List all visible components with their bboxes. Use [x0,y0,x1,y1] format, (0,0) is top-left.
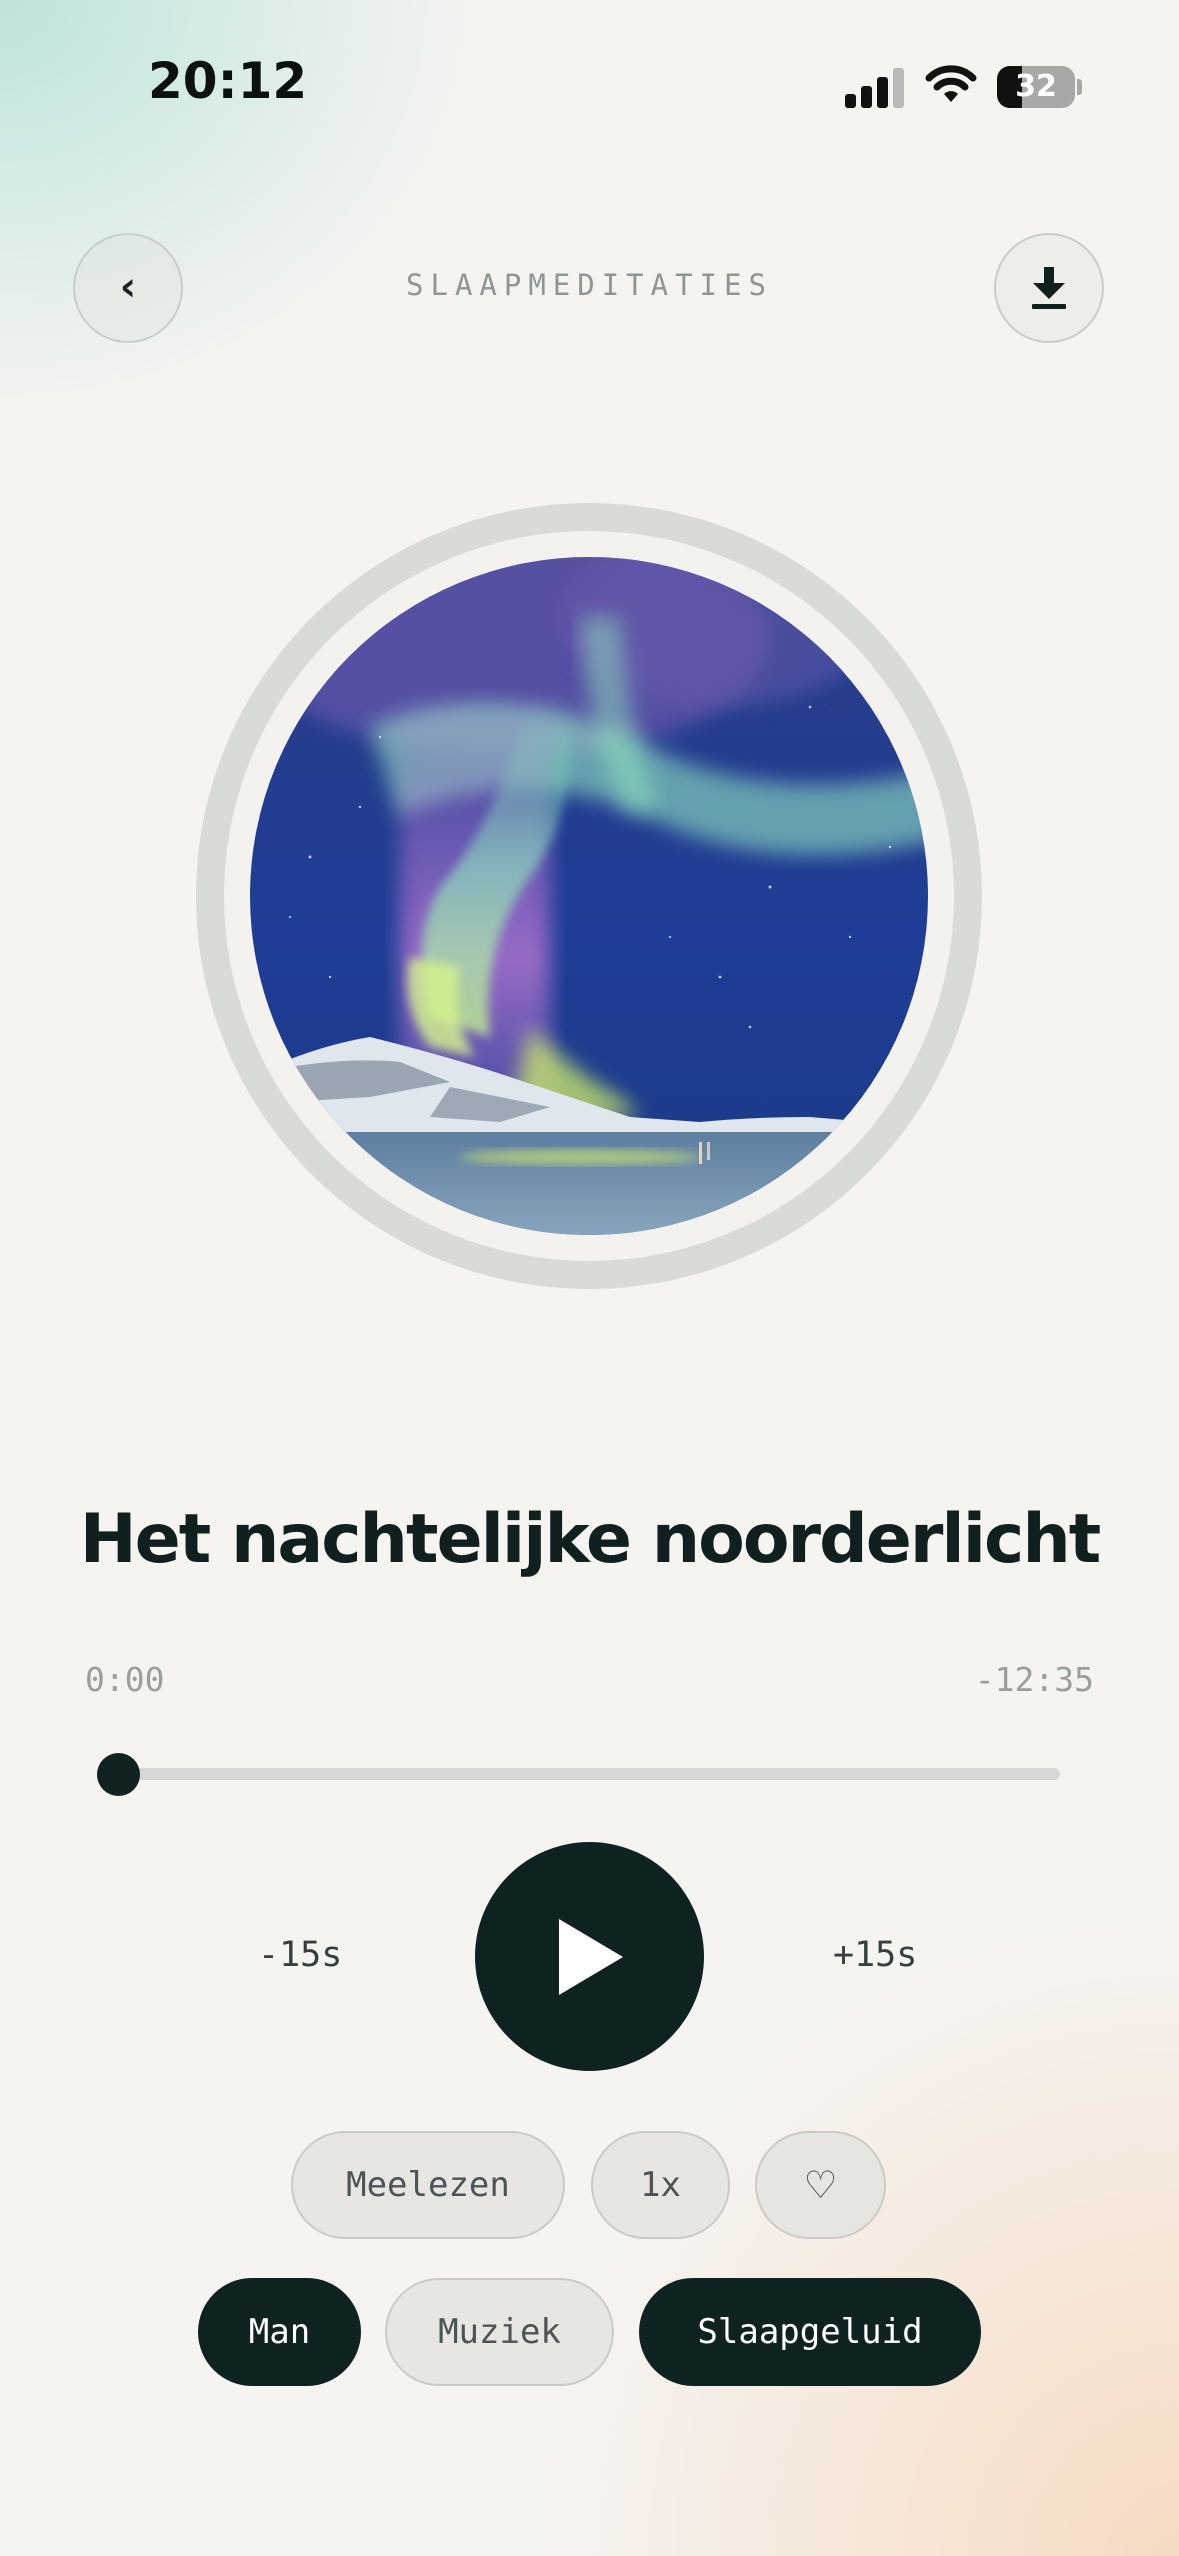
speed-button[interactable]: 1x [591,2131,730,2239]
read-along-button[interactable]: Meelezen [291,2131,565,2239]
wifi-icon [925,65,977,102]
play-icon [558,1918,623,1995]
track-title: Het nachtelijke noorderlicht [79,1500,1102,1579]
cellular-signal-icon [845,66,905,108]
battery-cap [1077,79,1082,95]
heart-icon: ♡ [803,2163,838,2207]
progress-track[interactable] [118,1768,1060,1780]
status-time: 20:12 [148,52,308,110]
battery-indicator: 32 [997,66,1075,108]
toggle-music[interactable]: Muziek [385,2278,614,2386]
skip-back-button[interactable]: -15s [258,1935,342,1975]
skip-forward-button[interactable]: +15s [833,1935,917,1975]
battery-percentage: 32 [1015,69,1057,104]
toggle-man[interactable]: Man [198,2278,361,2386]
progress-thumb[interactable] [97,1753,140,1796]
aurora-artwork [250,557,928,1235]
toggle-sleep-sound[interactable]: Slaapgeluid [639,2278,981,2386]
elapsed-time: 0:00 [85,1660,165,1699]
download-button[interactable] [994,233,1104,343]
download-icon [1032,267,1066,309]
favorite-button[interactable]: ♡ [755,2131,886,2239]
remaining-time: -12:35 [974,1660,1094,1699]
play-button[interactable] [475,1842,704,2071]
